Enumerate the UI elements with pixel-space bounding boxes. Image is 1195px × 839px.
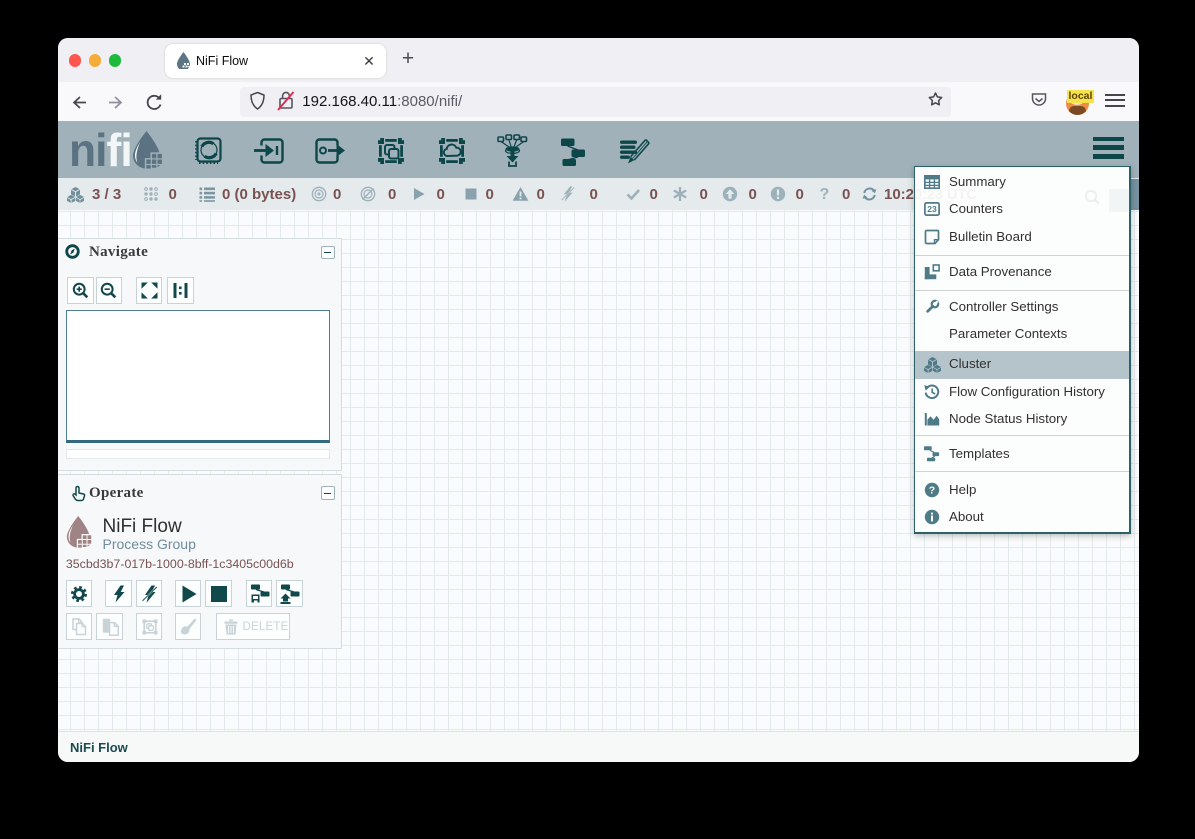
svg-text:23: 23: [927, 204, 937, 214]
svg-text:?: ?: [929, 484, 935, 496]
